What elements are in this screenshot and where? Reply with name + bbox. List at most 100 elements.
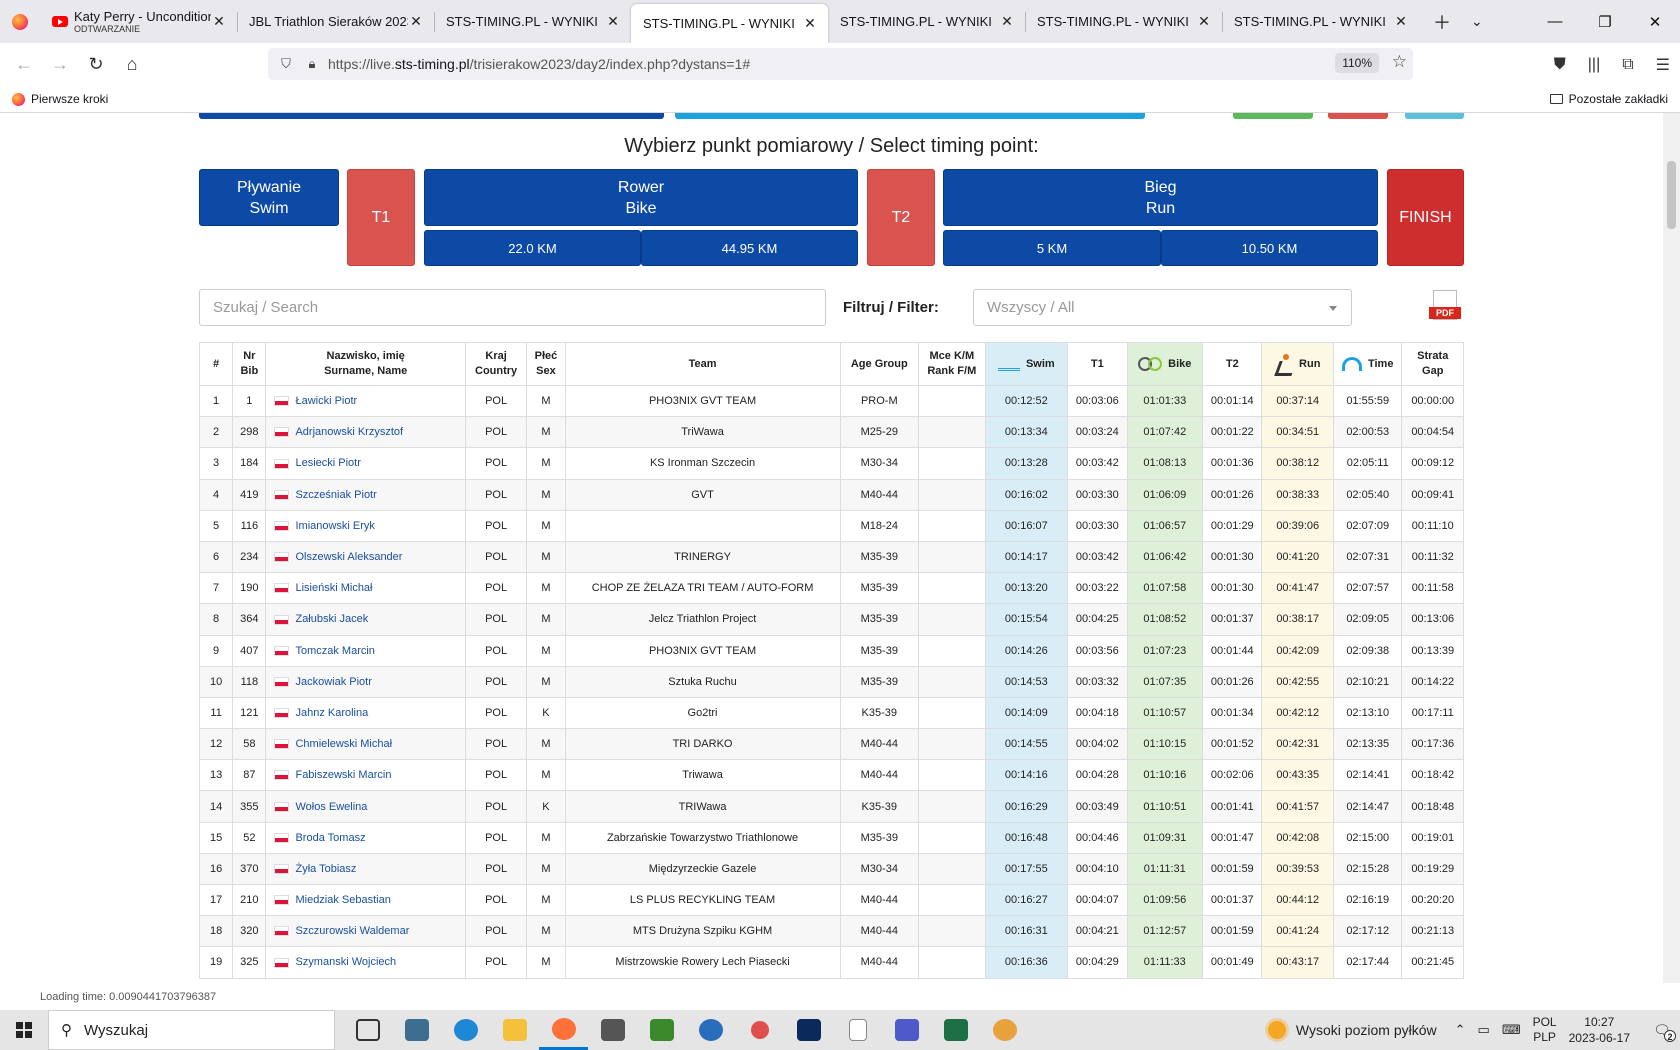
athlete-name-link[interactable]: Wołos Ewelina: [295, 801, 367, 813]
back-icon[interactable]: ←: [6, 54, 42, 75]
weather-widget[interactable]: Wysoki poziom pyłków: [1267, 1021, 1437, 1039]
app-icon-4[interactable]: [735, 1010, 784, 1050]
col-swim[interactable]: Swim: [984, 342, 1069, 386]
col-age-group[interactable]: Age Group: [839, 342, 920, 386]
close-tab-icon[interactable]: ✕: [211, 13, 227, 30]
close-window-icon[interactable]: ✕: [1630, 0, 1680, 43]
col-country[interactable]: Kraj Country: [464, 342, 528, 386]
finish-point-button[interactable]: FINISH: [1387, 169, 1464, 266]
app-icon-2[interactable]: [588, 1010, 637, 1050]
athlete-name-link[interactable]: Miedziak Sebastian: [295, 894, 390, 906]
cell-name[interactable]: Szymanski Wojciech: [265, 946, 466, 979]
close-tab-icon[interactable]: ✕: [605, 13, 621, 30]
firefox-taskbar-icon[interactable]: [539, 1010, 588, 1050]
close-tab-icon[interactable]: ✕: [1196, 13, 1212, 30]
col-team[interactable]: Team: [564, 342, 841, 386]
clock[interactable]: 10:27 2023-06-17: [1569, 1014, 1630, 1046]
athlete-name-link[interactable]: Jackowiak Piotr: [295, 676, 371, 688]
run-split-1050km-button[interactable]: 10.50 KM: [1161, 230, 1378, 266]
athlete-name-link[interactable]: Lisieński Michał: [295, 582, 372, 594]
close-tab-icon[interactable]: ✕: [999, 13, 1015, 30]
cell-name[interactable]: Olszewski Aleksander: [265, 540, 466, 574]
athlete-name-link[interactable]: Szymanski Wojciech: [295, 956, 396, 968]
cell-name[interactable]: Chmielewski Michał: [265, 728, 466, 761]
col-place[interactable]: #: [198, 342, 234, 386]
cell-name[interactable]: Lesiecki Piotr: [265, 447, 466, 480]
browser-tab[interactable]: STS-TIMING.PL - WYNIKI ✕: [1025, 0, 1222, 43]
network-icon[interactable]: ▭: [1478, 1022, 1490, 1038]
close-tab-icon[interactable]: ✕: [802, 15, 818, 32]
bookmark-star-icon[interactable]: ☆: [1392, 52, 1407, 72]
minecraft-icon[interactable]: [637, 1010, 686, 1050]
bike-split-4495km-button[interactable]: 44.95 KM: [641, 230, 858, 266]
reload-icon[interactable]: ↻: [78, 54, 114, 75]
athlete-name-link[interactable]: Fabiszewski Marcin: [295, 769, 391, 781]
menu-bar-red[interactable]: [1328, 113, 1388, 119]
firefox-view-button[interactable]: [0, 0, 40, 43]
col-sex[interactable]: Płeć Sex: [526, 342, 566, 386]
task-view-icon[interactable]: [343, 1010, 392, 1050]
col-run[interactable]: Run: [1261, 342, 1334, 386]
shield-icon[interactable]: ⛉: [276, 56, 296, 72]
athlete-name-link[interactable]: Imianowski Eryk: [295, 520, 374, 532]
athlete-name-link[interactable]: Olszewski Aleksander: [295, 551, 402, 563]
cell-name[interactable]: Lisieński Michał: [265, 572, 466, 605]
file-icon[interactable]: [833, 1010, 882, 1050]
athlete-name-link[interactable]: Tomczak Marcin: [295, 645, 374, 657]
browser-tab[interactable]: STS-TIMING.PL - WYNIKI ✕: [631, 4, 828, 43]
home-icon[interactable]: ⌂: [114, 54, 150, 75]
athlete-name-link[interactable]: Broda Tomasz: [295, 832, 365, 844]
cell-name[interactable]: Fabiszewski Marcin: [265, 759, 466, 792]
maximize-icon[interactable]: ❐: [1580, 0, 1630, 43]
search-input[interactable]: Szukaj / Search: [199, 289, 826, 326]
excel-icon[interactable]: [931, 1010, 980, 1050]
run-split-5km-button[interactable]: 5 KM: [943, 230, 1161, 266]
cell-name[interactable]: Tomczak Marcin: [265, 634, 466, 667]
menu-bar-green[interactable]: [1233, 113, 1313, 119]
start-button[interactable]: [0, 1010, 48, 1050]
cell-name[interactable]: Adrjanowski Krzysztof: [265, 416, 466, 449]
app-icon-3[interactable]: [686, 1010, 735, 1050]
zoom-badge[interactable]: 110%: [1335, 53, 1379, 73]
col-name[interactable]: Nazwisko, imię Surname, Name: [265, 342, 466, 386]
menu-bar-lightblue[interactable]: [675, 113, 1145, 119]
list-all-tabs-icon[interactable]: ⌄: [1471, 13, 1483, 30]
new-tab-icon[interactable]: ＋: [1433, 9, 1451, 35]
cell-name[interactable]: Imianowski Eryk: [265, 509, 466, 542]
menu-bar-blue[interactable]: [199, 113, 664, 119]
athlete-name-link[interactable]: Jahnz Karolina: [295, 707, 368, 719]
cell-name[interactable]: Szcześniak Piotr: [265, 478, 466, 511]
bike-split-22km-button[interactable]: 22.0 KM: [424, 230, 641, 266]
athlete-name-link[interactable]: Ławicki Piotr: [295, 395, 357, 407]
paint-icon[interactable]: [980, 1010, 1029, 1050]
athlete-name-link[interactable]: Szczurowski Waldemar: [295, 925, 409, 937]
url-bar[interactable]: ⛉ 🔒︎ https://live.sts-timing.pl/trisiera…: [268, 48, 1413, 80]
browser-tab[interactable]: STS-TIMING.PL - WYNIKI ✕: [1222, 0, 1419, 43]
filter-select[interactable]: Wszyscy / All: [973, 289, 1352, 326]
menu-bar-cyan[interactable]: [1405, 113, 1464, 119]
page-scrollbar[interactable]: [1663, 113, 1680, 983]
keyboard-icon[interactable]: ⌨: [1502, 1022, 1521, 1038]
browser-tab[interactable]: STS-TIMING.PL - WYNIKI ✕: [828, 0, 1025, 43]
extensions-icon[interactable]: ⧉: [1622, 56, 1633, 74]
athlete-name-link[interactable]: Chmielewski Michał: [295, 738, 392, 750]
library-icon[interactable]: |||: [1588, 56, 1600, 74]
cell-name[interactable]: Szczurowski Waldemar: [265, 915, 466, 948]
pocket-icon[interactable]: ⛊: [1554, 56, 1566, 74]
language-indicator[interactable]: POL PLP: [1533, 1015, 1557, 1045]
col-t2[interactable]: T2: [1202, 342, 1263, 386]
athlete-name-link[interactable]: Załubski Jacek: [295, 613, 368, 625]
cell-name[interactable]: Wołos Ewelina: [265, 790, 466, 823]
athlete-name-link[interactable]: Adrjanowski Krzysztof: [295, 426, 403, 438]
cell-name[interactable]: Jahnz Karolina: [265, 696, 466, 730]
t1-point-button[interactable]: T1: [347, 169, 415, 266]
bike-point-button[interactable]: Rower Bike: [424, 169, 858, 226]
cell-name[interactable]: Żyła Tobiasz: [265, 852, 466, 886]
browser-tab[interactable]: JBL Triathlon Sieraków 2023 | S✕: [237, 0, 434, 43]
run-point-button[interactable]: Bieg Run: [943, 169, 1378, 226]
col-t1[interactable]: T1: [1067, 342, 1128, 386]
close-tab-icon[interactable]: ✕: [1393, 13, 1409, 30]
cell-name[interactable]: Ławicki Piotr: [265, 384, 466, 418]
menu-icon[interactable]: ☰: [1656, 55, 1670, 75]
cell-name[interactable]: Jackowiak Piotr: [265, 665, 466, 698]
